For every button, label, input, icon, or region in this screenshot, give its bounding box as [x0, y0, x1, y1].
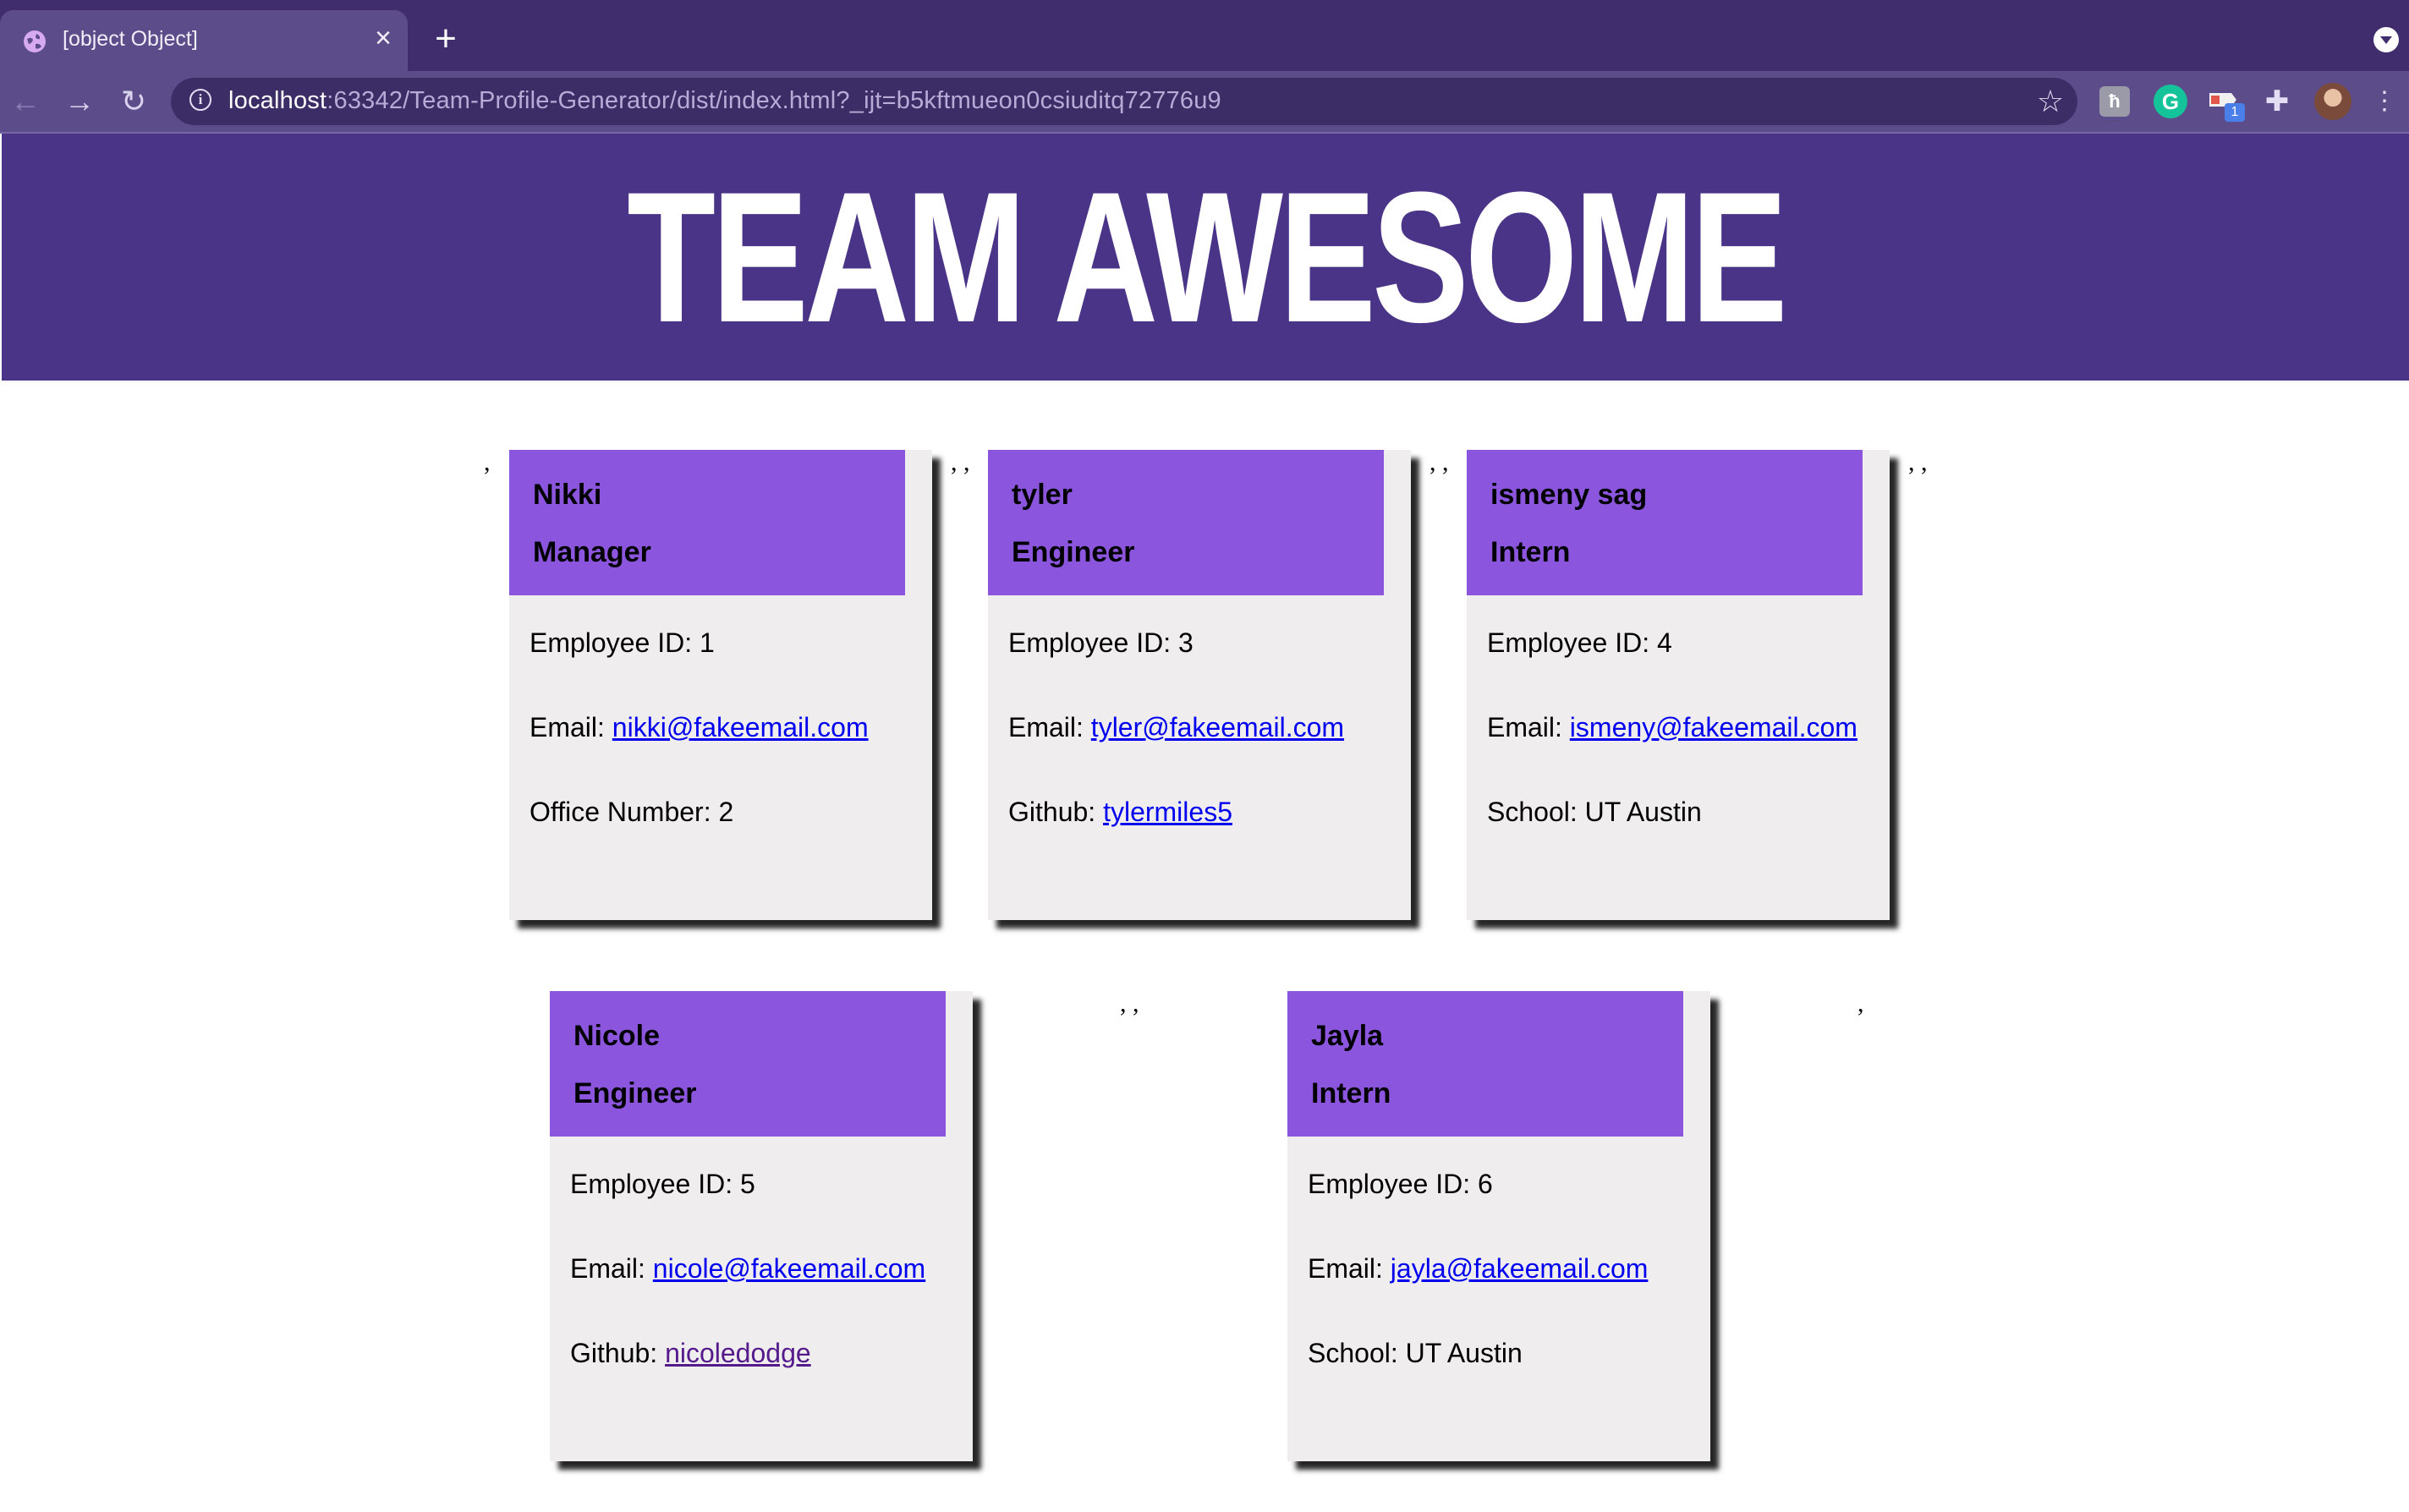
- github-line: Github: tylermiles5: [1008, 797, 1232, 827]
- email-link[interactable]: nikki@fakeemail.com: [612, 712, 869, 742]
- card-header: Nikki Manager: [509, 450, 905, 595]
- employee-card: Nicole Engineer Employee ID: 5 Email: ni…: [550, 991, 973, 1461]
- employee-email-line: Email: jayla@fakeemail.com: [1308, 1253, 1649, 1284]
- employee-role: Intern: [1311, 1077, 1391, 1109]
- stray-text: ,: [484, 448, 491, 476]
- employee-card: Nikki Manager Employee ID: 1 Email: nikk…: [509, 450, 932, 920]
- github-line: Github: nicoledodge: [570, 1338, 811, 1368]
- header-banner: TEAM AWESOME: [2, 134, 2409, 381]
- employee-role: Intern: [1490, 536, 1571, 568]
- grammarly-icon[interactable]: G: [2154, 85, 2187, 118]
- employee-role: Engineer: [573, 1077, 697, 1109]
- url-text[interactable]: localhost:63342/Team-Profile-Generator/d…: [228, 87, 1221, 115]
- extensions-puzzle-icon[interactable]: ✚: [2260, 85, 2294, 118]
- github-link[interactable]: nicoledodge: [665, 1338, 811, 1368]
- employee-id: Employee ID: 3: [1008, 627, 1194, 658]
- globe-icon: [24, 30, 46, 52]
- stray-text: , ,: [1120, 989, 1139, 1017]
- forward-icon[interactable]: →: [61, 83, 98, 120]
- employee-id: Employee ID: 4: [1487, 627, 1672, 658]
- email-link[interactable]: ismeny@fakeemail.com: [1570, 712, 1858, 742]
- close-tab-icon[interactable]: ×: [367, 22, 399, 54]
- employee-id: Employee ID: 1: [530, 627, 715, 658]
- card-header: tyler Engineer: [988, 450, 1384, 595]
- github-link[interactable]: tylermiles5: [1103, 797, 1232, 827]
- extension-h-icon[interactable]: ħ: [2099, 86, 2130, 117]
- school: School: UT Austin: [1308, 1338, 1523, 1368]
- email-link[interactable]: nicole@fakeemail.com: [653, 1253, 925, 1284]
- browser-menu-icon[interactable]: ⋮: [2372, 85, 2397, 118]
- employee-name: Nikki: [533, 479, 602, 511]
- stray-text: , ,: [1908, 448, 1928, 476]
- employee-email-line: Email: tyler@fakeemail.com: [1008, 712, 1345, 742]
- employee-id: Employee ID: 5: [570, 1169, 755, 1199]
- back-icon[interactable]: ←: [7, 83, 44, 120]
- address-bar[interactable]: i localhost:63342/Team-Profile-Generator…: [171, 78, 2077, 125]
- employee-email-line: Email: nicole@fakeemail.com: [570, 1253, 926, 1284]
- new-tab-icon[interactable]: +: [427, 20, 464, 58]
- card-header: Nicole Engineer: [550, 991, 946, 1137]
- extension-badge: 1: [2225, 103, 2245, 122]
- tab-title: [object Object]: [63, 27, 198, 51]
- card-header: ismeny sag Intern: [1467, 450, 1863, 595]
- site-info-icon[interactable]: i: [189, 89, 211, 111]
- office-number: Office Number: 2: [530, 797, 734, 827]
- employee-name: tyler: [1012, 479, 1073, 511]
- employee-role: Manager: [533, 536, 651, 568]
- tab-search-icon[interactable]: [2373, 27, 2399, 52]
- school: School: UT Austin: [1487, 797, 1702, 827]
- employee-email-line: Email: nikki@fakeemail.com: [530, 712, 869, 742]
- employee-name: Jayla: [1311, 1020, 1384, 1052]
- employee-id: Employee ID: 6: [1308, 1169, 1493, 1199]
- employee-card: Jayla Intern Employee ID: 6 Email: jayla…: [1287, 991, 1710, 1461]
- card-header: Jayla Intern: [1287, 991, 1683, 1137]
- page-title: TEAM AWESOME: [627, 153, 1787, 361]
- page-content: TEAM AWESOME , , , , , , , , , , Nikki M…: [0, 134, 2409, 1512]
- stray-text: , ,: [1429, 448, 1449, 476]
- stray-text: , ,: [951, 448, 970, 476]
- employee-card: ismeny sag Intern Employee ID: 4 Email: …: [1467, 450, 1890, 920]
- browser-tab[interactable]: [object Object] ×: [0, 10, 408, 71]
- browser-toolbar: ← → ↻ i localhost:63342/Team-Profile-Gen…: [0, 71, 2409, 134]
- employee-role: Engineer: [1012, 536, 1135, 568]
- bookmark-star-icon[interactable]: ☆: [2032, 83, 2069, 120]
- tab-strip: [object Object] × +: [0, 0, 2409, 71]
- extension-camera-icon[interactable]: 1: [2206, 85, 2245, 122]
- employee-name: ismeny sag: [1490, 479, 1648, 511]
- email-link[interactable]: jayla@fakeemail.com: [1391, 1253, 1649, 1284]
- employee-name: Nicole: [573, 1020, 661, 1052]
- email-link[interactable]: tyler@fakeemail.com: [1091, 712, 1344, 742]
- employee-email-line: Email: ismeny@fakeemail.com: [1487, 712, 1858, 742]
- profile-avatar[interactable]: [2314, 83, 2351, 120]
- employee-card: tyler Engineer Employee ID: 3 Email: tyl…: [988, 450, 1411, 920]
- reload-icon[interactable]: ↻: [115, 83, 152, 120]
- stray-text: ,: [1858, 989, 1864, 1017]
